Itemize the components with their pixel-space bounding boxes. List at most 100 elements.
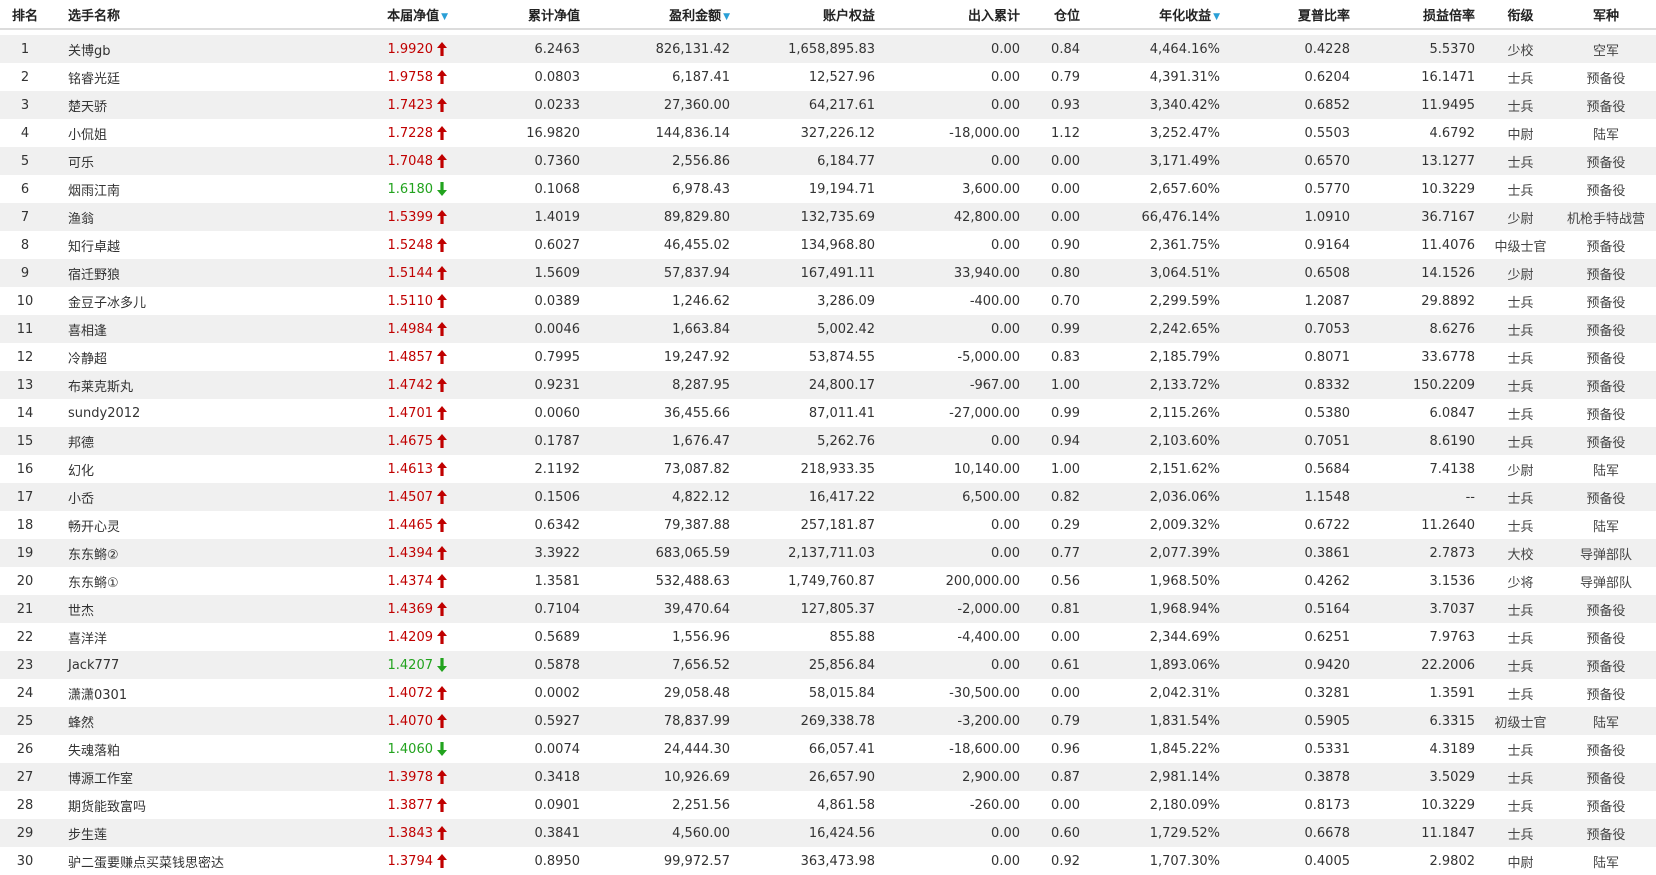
cell-player-name[interactable]: 潇潇0301 bbox=[50, 684, 280, 703]
cell-cum-nav: 1.5609 bbox=[534, 265, 581, 281]
cell-player-name[interactable]: 喜相逢 bbox=[50, 320, 280, 339]
cell-player-name[interactable]: 博源工作室 bbox=[50, 768, 280, 787]
cell-rank: 3 bbox=[20, 97, 30, 113]
cell-player-name[interactable]: 烟雨江南 bbox=[50, 180, 280, 199]
cell-player-name[interactable]: 小岙 bbox=[50, 488, 280, 507]
header-nav[interactable]: 本届净值 ▼ bbox=[280, 5, 460, 24]
table-row[interactable]: 23 Jack777 1.4207 0.5878 7,656.52 25,856… bbox=[0, 651, 1656, 679]
table-row[interactable]: 16 幻化 1.4613 2.1192 73,087.82 218,933.35… bbox=[0, 455, 1656, 483]
table-row[interactable]: 29 步生莲 1.3843 0.3841 4,560.00 16,424.56 … bbox=[0, 819, 1656, 847]
cell-sharpe: 1.2087 bbox=[1304, 293, 1351, 309]
cell-player-name[interactable]: 东东鳉② bbox=[50, 544, 280, 563]
cell-branch: 机枪手特战营 bbox=[1566, 211, 1645, 227]
table-row[interactable]: 30 驴二蛋要赚点买菜钱思密达 1.3794 0.8950 99,972.57 … bbox=[0, 847, 1656, 875]
nav-value: 1.7048 bbox=[387, 153, 434, 169]
cell-nav: 1.4465 bbox=[280, 518, 460, 533]
header-branch[interactable]: 军种 bbox=[1556, 5, 1656, 24]
table-row[interactable]: 10 金豆子冰多儿 1.5110 0.0389 1,246.62 3,286.0… bbox=[0, 287, 1656, 315]
table-row[interactable]: 4 小侃姐 1.7228 16.9820 144,836.14 327,226.… bbox=[0, 119, 1656, 147]
table-row[interactable]: 14 sundy2012 1.4701 0.0060 36,455.66 87,… bbox=[0, 399, 1656, 427]
table-row[interactable]: 22 喜洋洋 1.4209 0.5689 1,556.96 855.88 -4,… bbox=[0, 623, 1656, 651]
cell-cum-nav: 0.7104 bbox=[534, 601, 581, 617]
cell-player-name[interactable]: 渔翁 bbox=[50, 208, 280, 227]
cell-sharpe: 1.1548 bbox=[1304, 489, 1351, 505]
cell-player-name[interactable]: 畅开心灵 bbox=[50, 516, 280, 535]
cell-player-name[interactable]: 关博gb bbox=[50, 40, 280, 59]
cell-player-name[interactable]: 幻化 bbox=[50, 460, 280, 479]
sort-down-icon[interactable]: ▼ bbox=[723, 12, 730, 22]
cell-pl-ratio: 33.6778 bbox=[1421, 349, 1475, 365]
cell-annual: 1,968.94% bbox=[1149, 601, 1220, 617]
header-position[interactable]: 仓位 bbox=[1030, 5, 1090, 24]
cell-flow: 200,000.00 bbox=[945, 573, 1020, 589]
table-row[interactable]: 6 烟雨江南 1.6180 0.1068 6,978.43 19,194.71 … bbox=[0, 175, 1656, 203]
cell-nav: 1.3794 bbox=[280, 854, 460, 869]
table-row[interactable]: 24 潇潇0301 1.4072 0.0002 29,058.48 58,015… bbox=[0, 679, 1656, 707]
table-row[interactable]: 20 东东鳉① 1.4374 1.3581 532,488.63 1,749,7… bbox=[0, 567, 1656, 595]
cell-player-name[interactable]: 东东鳉① bbox=[50, 572, 280, 591]
table-row[interactable]: 12 冷静超 1.4857 0.7995 19,247.92 53,874.55… bbox=[0, 343, 1656, 371]
cell-player-name[interactable]: 蜂然 bbox=[50, 712, 280, 731]
cell-player-name[interactable]: 知行卓越 bbox=[50, 236, 280, 255]
cell-equity: 127,805.37 bbox=[800, 601, 875, 617]
sort-down-icon[interactable]: ▼ bbox=[441, 12, 448, 22]
header-rank[interactable]: 排名 bbox=[0, 5, 50, 24]
table-row[interactable]: 2 铭睿光廷 1.9758 0.0803 6,187.41 12,527.96 … bbox=[0, 63, 1656, 91]
header-name[interactable]: 选手名称 bbox=[50, 5, 280, 24]
cell-player-name[interactable]: 可乐 bbox=[50, 152, 280, 171]
cell-player-name[interactable]: 铭睿光廷 bbox=[50, 68, 280, 87]
header-profit[interactable]: 盈利金额 ▼ bbox=[590, 5, 740, 24]
cell-sharpe: 0.6508 bbox=[1304, 265, 1351, 281]
cell-player-name[interactable]: 喜洋洋 bbox=[50, 628, 280, 647]
cell-player-name[interactable]: 楚天骄 bbox=[50, 96, 280, 115]
table-row[interactable]: 13 布莱克斯丸 1.4742 0.9231 8,287.95 24,800.1… bbox=[0, 371, 1656, 399]
cell-profit: 46,455.02 bbox=[663, 237, 730, 253]
header-pl-ratio[interactable]: 损益倍率 bbox=[1360, 5, 1485, 24]
table-row[interactable]: 25 蜂然 1.4070 0.5927 78,837.99 269,338.78… bbox=[0, 707, 1656, 735]
table-row[interactable]: 3 楚天骄 1.7423 0.0233 27,360.00 64,217.61 … bbox=[0, 91, 1656, 119]
header-sharpe[interactable]: 夏普比率 bbox=[1230, 5, 1360, 24]
table-row[interactable]: 18 畅开心灵 1.4465 0.6342 79,387.88 257,181.… bbox=[0, 511, 1656, 539]
header-cum-nav[interactable]: 累计净值 bbox=[460, 5, 590, 24]
cell-rank: 13 bbox=[16, 377, 34, 393]
cell-military-rank: 士兵 bbox=[1507, 519, 1534, 535]
table-row[interactable]: 26 失魂落粕 1.4060 0.0074 24,444.30 66,057.4… bbox=[0, 735, 1656, 763]
cell-player-name[interactable]: 驴二蛋要赚点买菜钱思密达 bbox=[50, 852, 280, 871]
cell-player-name[interactable]: 宿迁野狼 bbox=[50, 264, 280, 283]
table-row[interactable]: 27 博源工作室 1.3978 0.3418 10,926.69 26,657.… bbox=[0, 763, 1656, 791]
table-row[interactable]: 21 世杰 1.4369 0.7104 39,470.64 127,805.37… bbox=[0, 595, 1656, 623]
table-row[interactable]: 8 知行卓越 1.5248 0.6027 46,455.02 134,968.8… bbox=[0, 231, 1656, 259]
table-row[interactable]: 11 喜相逢 1.4984 0.0046 1,663.84 5,002.42 0… bbox=[0, 315, 1656, 343]
cell-player-name[interactable]: 邦德 bbox=[50, 432, 280, 451]
table-row[interactable]: 5 可乐 1.7048 0.7360 2,556.86 6,184.77 0.0… bbox=[0, 147, 1656, 175]
cell-player-name[interactable]: 冷静超 bbox=[50, 348, 280, 367]
table-row[interactable]: 19 东东鳉② 1.4394 3.3922 683,065.59 2,137,7… bbox=[0, 539, 1656, 567]
table-row[interactable]: 17 小岙 1.4507 0.1506 4,822.12 16,417.22 6… bbox=[0, 483, 1656, 511]
header-equity[interactable]: 账户权益 bbox=[740, 5, 885, 24]
cell-player-name[interactable]: 小侃姐 bbox=[50, 124, 280, 143]
table-row[interactable]: 1 关博gb 1.9920 6.2463 826,131.42 1,658,89… bbox=[0, 35, 1656, 63]
sort-down-icon[interactable]: ▼ bbox=[1213, 12, 1220, 22]
cell-player-name[interactable]: Jack777 bbox=[50, 658, 280, 673]
cell-flow: 0.00 bbox=[991, 69, 1020, 85]
header-annual[interactable]: 年化收益 ▼ bbox=[1090, 5, 1230, 24]
header-flow[interactable]: 出入累计 bbox=[885, 5, 1030, 24]
cell-player-name[interactable]: 失魂落粕 bbox=[50, 740, 280, 759]
table-row[interactable]: 28 期货能致富吗 1.3877 0.0901 2,251.56 4,861.5… bbox=[0, 791, 1656, 819]
cell-player-name[interactable]: sundy2012 bbox=[50, 406, 280, 421]
table-row[interactable]: 15 邦德 1.4675 0.1787 1,676.47 5,262.76 0.… bbox=[0, 427, 1656, 455]
cell-rank: 9 bbox=[20, 265, 30, 281]
cell-profit: 4,822.12 bbox=[672, 489, 730, 505]
header-military-rank[interactable]: 衔级 bbox=[1485, 5, 1556, 24]
nav-value: 1.4613 bbox=[387, 461, 434, 477]
cell-player-name[interactable]: 布莱克斯丸 bbox=[50, 376, 280, 395]
cell-military-rank: 士兵 bbox=[1507, 771, 1534, 787]
cell-player-name[interactable]: 金豆子冰多儿 bbox=[50, 292, 280, 311]
cell-player-name[interactable]: 步生莲 bbox=[50, 824, 280, 843]
cell-player-name[interactable]: 期货能致富吗 bbox=[50, 796, 280, 815]
table-row[interactable]: 9 宿迁野狼 1.5144 1.5609 57,837.94 167,491.1… bbox=[0, 259, 1656, 287]
cell-player-name[interactable]: 世杰 bbox=[50, 600, 280, 619]
table-row[interactable]: 7 渔翁 1.5399 1.4019 89,829.80 132,735.69 … bbox=[0, 203, 1656, 231]
cell-pl-ratio: 11.4076 bbox=[1421, 237, 1475, 253]
cell-flow: 10,140.00 bbox=[953, 461, 1020, 477]
